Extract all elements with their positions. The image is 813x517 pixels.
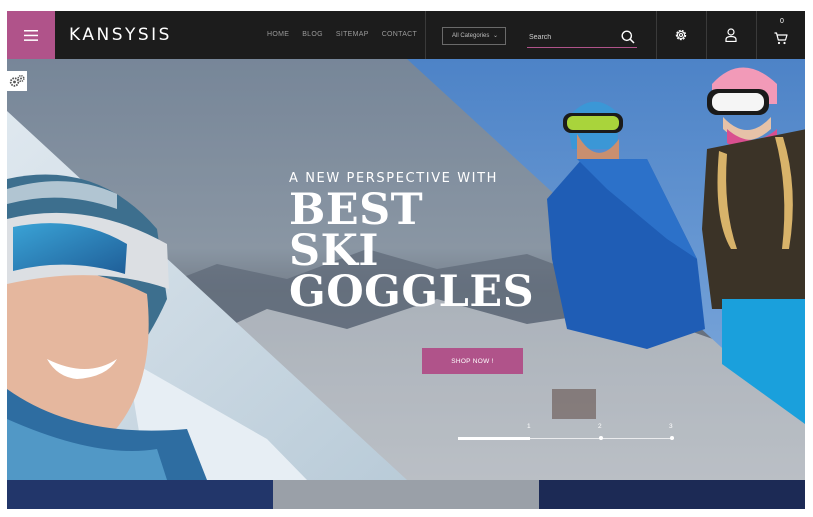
settings-button[interactable] bbox=[657, 11, 705, 59]
chevron-down-icon: ⌄ bbox=[492, 33, 498, 39]
nav-blog[interactable]: BLOG bbox=[302, 31, 323, 38]
hero-title: BEST SKI GOGGLES bbox=[289, 185, 535, 317]
hero-subtitle: A NEW PERSPECTIVE WITH bbox=[289, 171, 499, 186]
slide-pagination: 1 2 3 bbox=[458, 423, 674, 443]
hero-title-line: GOGGLES bbox=[289, 267, 535, 317]
divider bbox=[425, 11, 426, 59]
page-frame: KANSYSIS HOME BLOG SITEMAP CONTACT All C… bbox=[7, 11, 805, 509]
nav-home[interactable]: HOME bbox=[267, 31, 289, 38]
hero-slider: A NEW PERSPECTIVE WITH BEST SKI GOGGLES … bbox=[7, 59, 805, 480]
banner-image[interactable] bbox=[539, 480, 805, 509]
cart-icon bbox=[774, 31, 788, 44]
slide-number-1[interactable]: 1 bbox=[527, 423, 531, 430]
user-icon bbox=[725, 28, 737, 42]
hero-title-line: SKI bbox=[289, 226, 380, 276]
main-nav: HOME BLOG SITEMAP CONTACT bbox=[267, 31, 430, 38]
hamburger-icon bbox=[24, 29, 38, 41]
account-button[interactable] bbox=[707, 11, 755, 59]
site-header: KANSYSIS HOME BLOG SITEMAP CONTACT All C… bbox=[7, 11, 805, 59]
banner-image[interactable] bbox=[273, 480, 539, 509]
slide-dot-2[interactable] bbox=[599, 436, 603, 440]
gear-icon bbox=[675, 29, 687, 41]
cart-button[interactable]: 0 bbox=[757, 11, 805, 59]
cart-count: 0 bbox=[780, 18, 784, 25]
nav-contact[interactable]: CONTACT bbox=[382, 31, 417, 38]
slide-number-3[interactable]: 3 bbox=[669, 423, 673, 430]
gears-icon bbox=[9, 74, 25, 87]
hero-caption: A NEW PERSPECTIVE WITH BEST SKI GOGGLES bbox=[289, 171, 535, 317]
nav-sitemap[interactable]: SITEMAP bbox=[336, 31, 369, 38]
theme-settings-toggle[interactable] bbox=[7, 71, 27, 91]
category-select[interactable]: All Categories ⌄ bbox=[442, 27, 506, 45]
category-banners bbox=[7, 480, 805, 509]
search-input[interactable] bbox=[529, 31, 615, 43]
hero-title-line: BEST bbox=[289, 185, 424, 235]
banner-image[interactable] bbox=[7, 480, 273, 509]
search-bar bbox=[527, 29, 637, 48]
slide-dot-3[interactable] bbox=[670, 436, 674, 440]
brand-logo[interactable]: KANSYSIS bbox=[69, 25, 172, 45]
category-select-value: All Categories bbox=[452, 33, 490, 39]
search-icon[interactable] bbox=[621, 30, 635, 44]
shop-now-button[interactable]: SHOP NOW ! bbox=[422, 348, 523, 374]
menu-button[interactable] bbox=[7, 11, 55, 59]
slide-number-2[interactable]: 2 bbox=[598, 423, 602, 430]
pagination-progress bbox=[458, 437, 530, 440]
